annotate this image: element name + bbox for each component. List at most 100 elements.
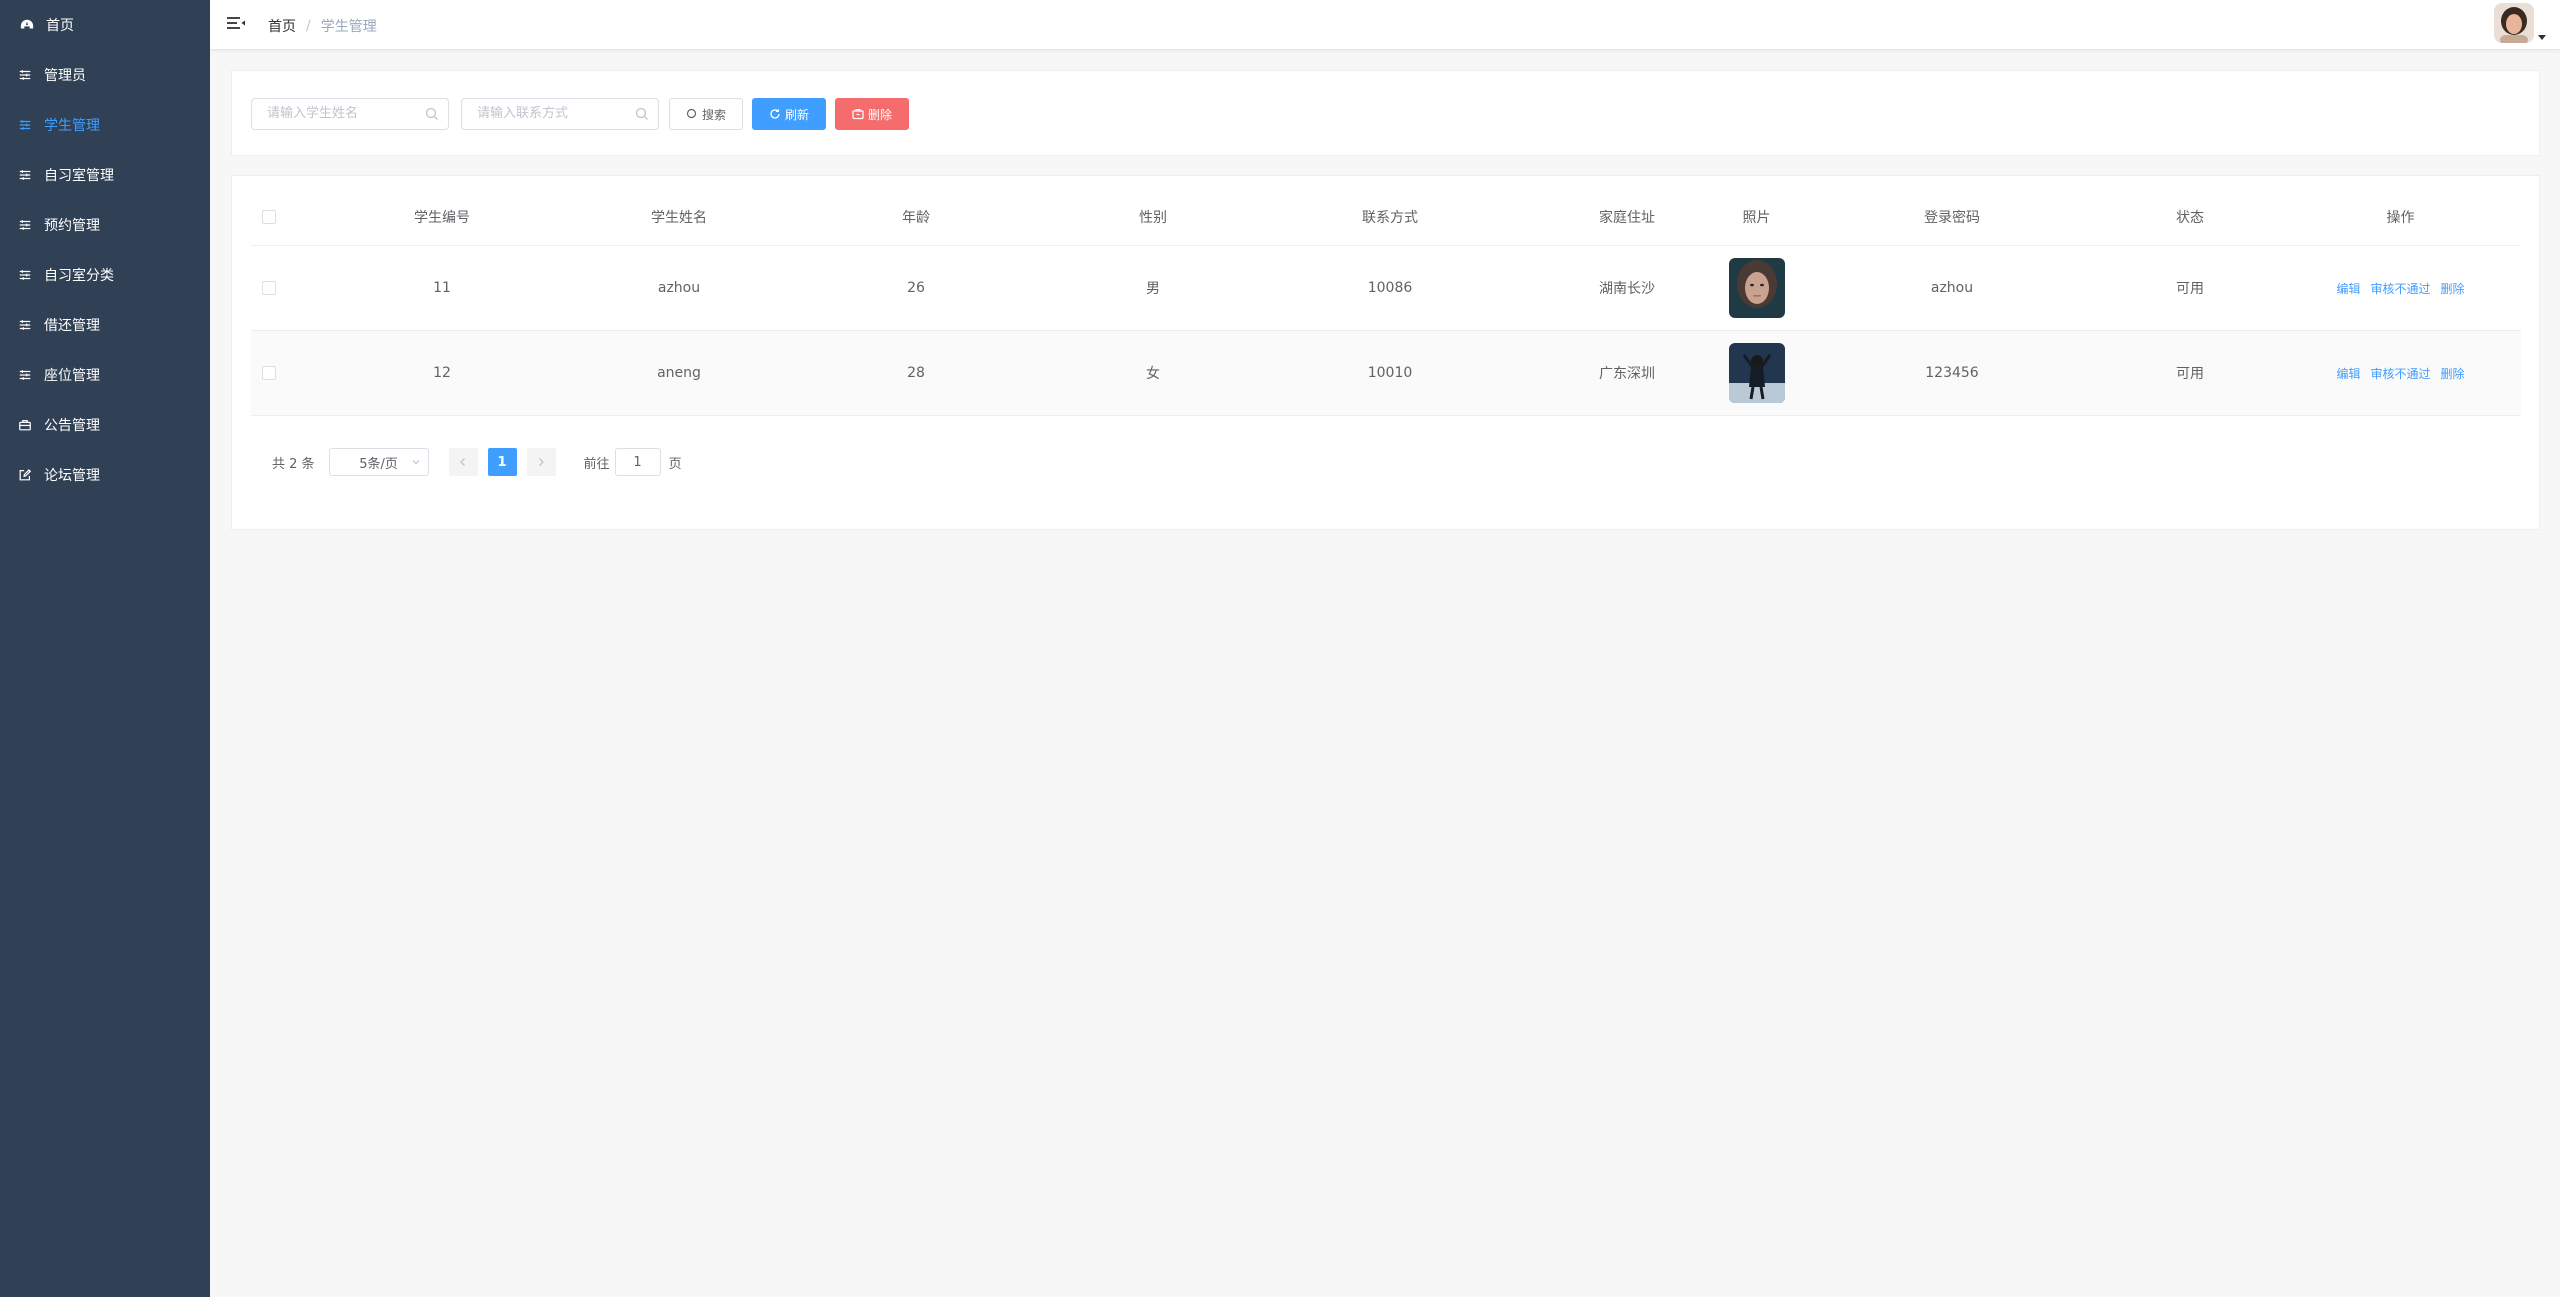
student-name-input[interactable] xyxy=(267,99,427,128)
chevron-left-icon xyxy=(460,458,466,466)
page-number-1[interactable]: 1 xyxy=(487,448,517,476)
avatar[interactable] xyxy=(2494,3,2534,43)
sidebar-item-seats[interactable]: 座位管理 xyxy=(0,350,210,400)
sidebar-item-announcements[interactable]: 公告管理 xyxy=(0,400,210,450)
sidebar-item-room-categories[interactable]: 自习室分类 xyxy=(0,250,210,300)
student-name-search[interactable] xyxy=(251,98,449,130)
cell-address: 湖南长沙 xyxy=(1599,281,1655,297)
row-delete-link[interactable]: 删除 xyxy=(2441,282,2465,296)
pagination-total: 共 2 条 xyxy=(272,456,315,472)
sidebar-item-label: 预约管理 xyxy=(44,218,100,234)
chevron-right-icon xyxy=(539,458,544,466)
sliders-icon xyxy=(18,118,32,132)
sidebar-item-borrow-return[interactable]: 借还管理 xyxy=(0,300,210,350)
sidebar-item-students[interactable]: 学生管理 xyxy=(0,100,210,150)
breadcrumb-separator: / xyxy=(306,18,311,34)
prev-page-button[interactable] xyxy=(448,448,478,476)
table-row: 12 aneng 28 女 10010 广东深圳 123456 可用 编辑 审核… xyxy=(251,331,2521,416)
user-menu[interactable] xyxy=(2494,3,2546,43)
search-button-label: 搜索 xyxy=(701,107,726,122)
delete-icon xyxy=(852,109,864,120)
cell-address: 广东深圳 xyxy=(1599,366,1655,382)
row-delete-link[interactable]: 删除 xyxy=(2441,367,2465,381)
sidebar-item-admin[interactable]: 管理员 xyxy=(0,50,210,100)
table-row: 11 azhou 26 男 10086 湖南长沙 azhou 可用 编辑 审核不… xyxy=(251,246,2521,331)
search-button[interactable]: 搜索 xyxy=(669,98,743,130)
header-address: 家庭住址 xyxy=(1599,209,1655,226)
sidebar-item-home[interactable]: 首页 xyxy=(0,0,210,50)
next-page-button[interactable] xyxy=(526,448,556,476)
student-table: 学生编号 学生姓名 年龄 性别 联系方式 家庭住址 照片 登录密码 状态 操作 … xyxy=(251,188,2521,416)
phone-search[interactable] xyxy=(461,98,659,130)
cell-student-id: 11 xyxy=(433,280,451,296)
sidebar-item-label: 管理员 xyxy=(44,68,86,84)
cell-student-name: azhou xyxy=(657,280,701,296)
header-sex: 性别 xyxy=(1139,209,1167,226)
sidebar-item-label: 首页 xyxy=(46,18,74,34)
refresh-button[interactable]: 刷新 xyxy=(752,98,826,130)
header-phone: 联系方式 xyxy=(1362,209,1418,226)
sliders-icon xyxy=(18,268,32,282)
chevron-down-icon xyxy=(412,460,419,465)
sidebar-item-reservations[interactable]: 预约管理 xyxy=(0,200,210,250)
cell-status: 可用 xyxy=(2176,281,2204,297)
cell-password: 123456 xyxy=(1925,365,1979,381)
breadcrumb: 首页 / 学生管理 xyxy=(268,16,377,36)
breadcrumb-current: 学生管理 xyxy=(320,19,377,35)
phone-input[interactable] xyxy=(477,99,637,128)
goto-page-input[interactable] xyxy=(614,448,661,476)
sliders-icon xyxy=(18,68,32,82)
sidebar-item-label: 自习室分类 xyxy=(44,268,114,284)
briefcase-icon xyxy=(18,418,32,432)
cell-phone: 10010 xyxy=(1367,365,1413,381)
sliders-icon xyxy=(18,168,32,182)
sidebar-item-label: 座位管理 xyxy=(44,368,100,384)
sidebar-item-forum[interactable]: 论坛管理 xyxy=(0,450,210,500)
row-checkbox[interactable] xyxy=(262,281,276,295)
edit-icon xyxy=(18,468,32,482)
dashboard-icon xyxy=(20,18,34,32)
refresh-button-label: 刷新 xyxy=(784,107,809,122)
header-age: 年龄 xyxy=(902,209,930,226)
reject-link[interactable]: 审核不通过 xyxy=(2370,282,2430,296)
search-icon xyxy=(425,107,438,120)
delete-button[interactable]: 删除 xyxy=(835,98,909,130)
header-status: 状态 xyxy=(2176,209,2204,226)
header-student-name: 学生姓名 xyxy=(651,209,707,226)
edit-link[interactable]: 编辑 xyxy=(2336,282,2360,296)
edit-link[interactable]: 编辑 xyxy=(2336,367,2360,381)
table-header-row: 学生编号 学生姓名 年龄 性别 联系方式 家庭住址 照片 登录密码 状态 操作 xyxy=(251,188,2521,246)
student-photo[interactable] xyxy=(1728,258,1785,318)
caret-down-icon xyxy=(2538,35,2546,40)
sidebar-item-label: 公告管理 xyxy=(44,418,100,434)
refresh-icon xyxy=(770,109,780,119)
delete-button-label: 删除 xyxy=(867,107,892,122)
hamburger-icon[interactable] xyxy=(226,15,246,33)
cell-sex: 男 xyxy=(1146,281,1160,297)
goto-prefix: 前往 xyxy=(583,456,610,472)
student-table-panel: 学生编号 学生姓名 年龄 性别 联系方式 家庭住址 照片 登录密码 状态 操作 … xyxy=(231,175,2540,530)
header-ops: 操作 xyxy=(2386,209,2415,226)
cell-age: 26 xyxy=(907,280,925,296)
student-photo[interactable] xyxy=(1728,343,1785,403)
sliders-icon xyxy=(18,318,32,332)
cell-password: azhou xyxy=(1930,280,1974,296)
header-student-id: 学生编号 xyxy=(414,209,470,226)
row-checkbox[interactable] xyxy=(262,366,276,380)
cell-student-name: aneng xyxy=(657,365,701,381)
page-size-value: 5条/页 xyxy=(359,456,398,472)
page-size-select[interactable]: 5条/页 xyxy=(328,448,429,476)
header-password: 登录密码 xyxy=(1924,209,1980,226)
sidebar-item-study-rooms[interactable]: 自习室管理 xyxy=(0,150,210,200)
cell-status: 可用 xyxy=(2176,366,2204,382)
breadcrumb-home[interactable]: 首页 xyxy=(268,16,296,36)
cell-sex: 女 xyxy=(1146,366,1160,382)
sidebar-item-label: 借还管理 xyxy=(44,318,100,334)
select-all-checkbox[interactable] xyxy=(262,209,276,224)
sidebar-item-label: 自习室管理 xyxy=(44,168,114,184)
sliders-icon xyxy=(18,218,32,232)
search-icon xyxy=(686,108,697,119)
pagination: 共 2 条 5条/页 1 前往 页 xyxy=(272,448,682,476)
sidebar: 首页 管理员 学生管理 自习室管理 预约管理 自习室分类 借还管理 座位管理 公… xyxy=(0,0,210,1297)
reject-link[interactable]: 审核不通过 xyxy=(2370,367,2430,381)
